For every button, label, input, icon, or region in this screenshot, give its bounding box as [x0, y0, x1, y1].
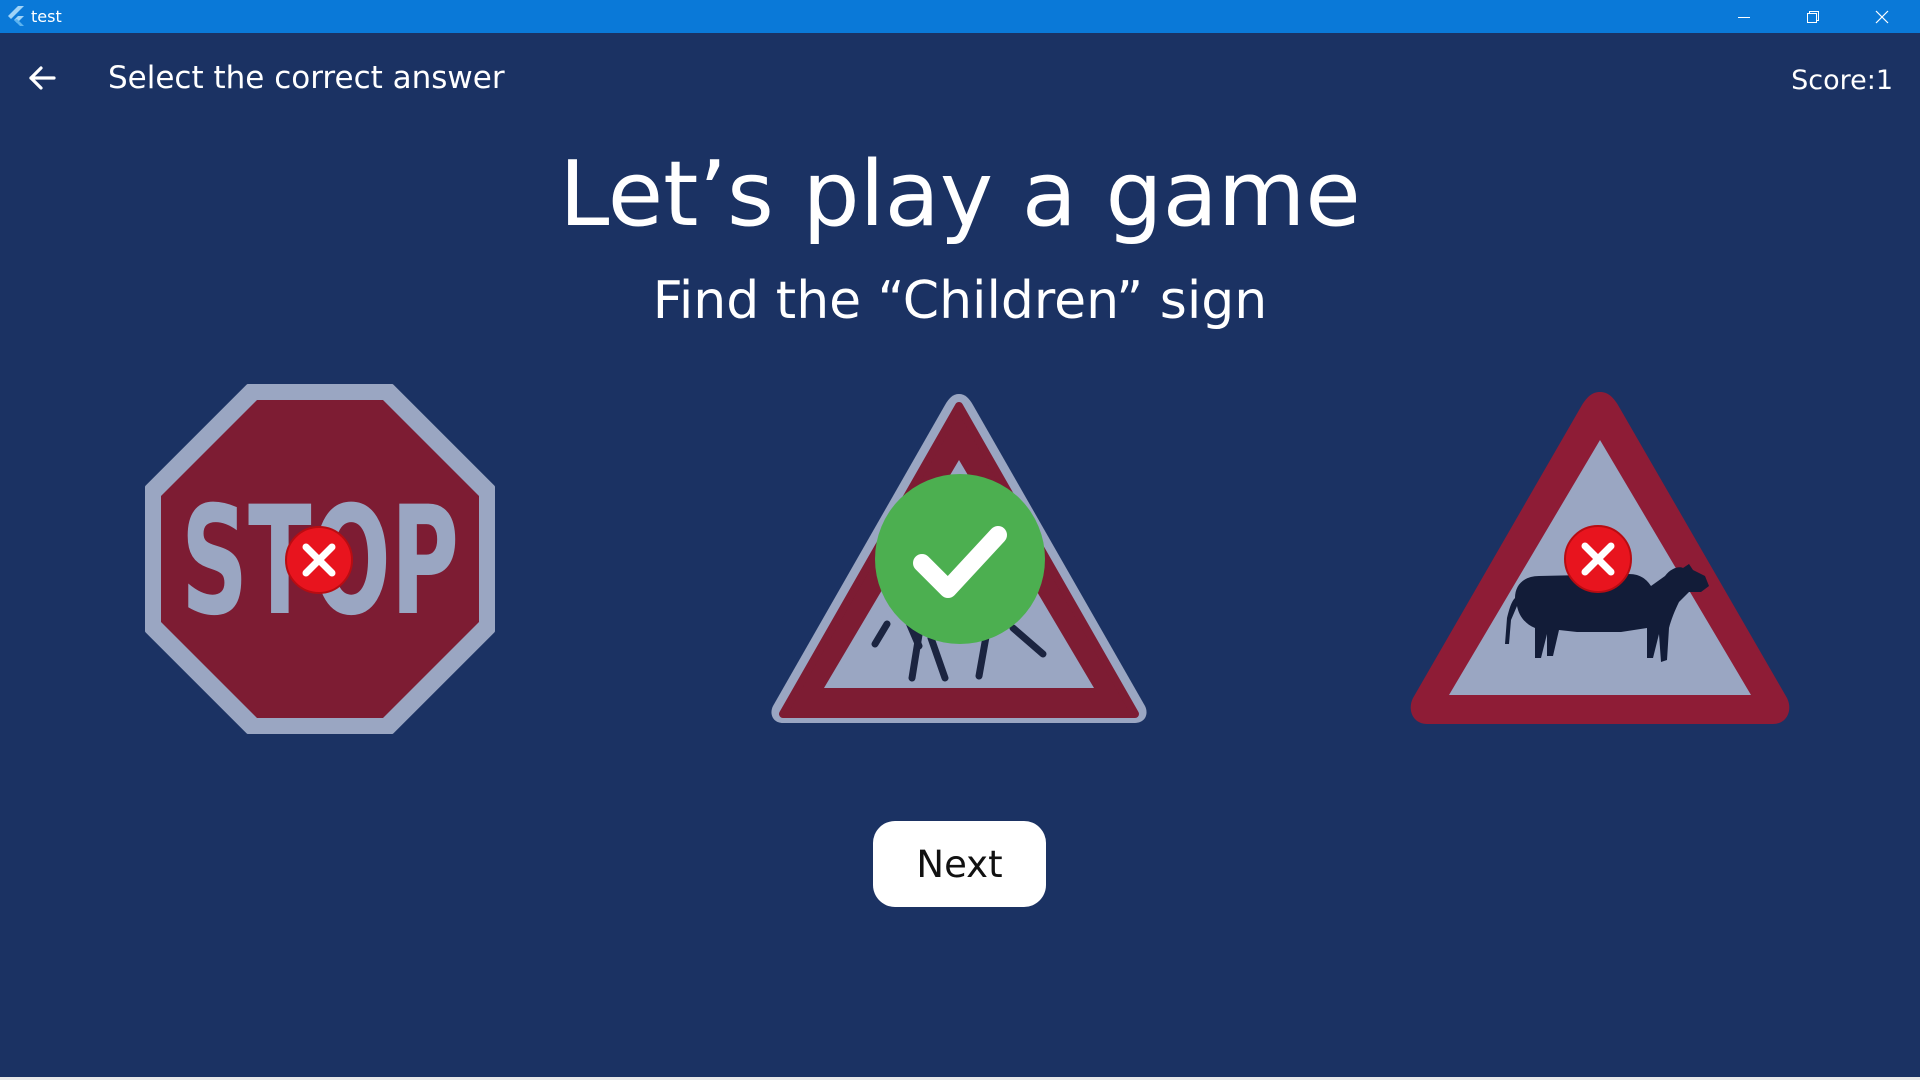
flutter-logo-icon [8, 6, 24, 26]
arrow-left-icon [29, 66, 56, 90]
next-button[interactable]: Next [873, 821, 1046, 907]
correct-answer-mark [874, 473, 1046, 645]
back-button[interactable] [22, 58, 62, 98]
checkmark-icon [875, 474, 1045, 644]
wrong-answer-mark [1563, 524, 1633, 594]
close-button[interactable] [1850, 0, 1914, 33]
restore-icon [1807, 10, 1819, 23]
minimize-button[interactable] [1712, 0, 1776, 33]
window-titlebar: test [0, 0, 1920, 33]
restore-button[interactable] [1781, 0, 1845, 33]
score-label: Score: [1791, 65, 1876, 96]
page-title: Select the correct answer [108, 60, 505, 96]
score-value: 1 [1875, 65, 1893, 96]
close-icon [1875, 10, 1889, 23]
game-prompt: Find the “Children” sign [652, 271, 1268, 331]
cross-icon [1564, 525, 1632, 593]
score-display: Score:1 [1791, 63, 1893, 99]
cross-icon [285, 526, 353, 594]
wrong-answer-mark [284, 525, 354, 595]
window-title: test [31, 7, 62, 26]
minimize-icon [1738, 16, 1750, 18]
game-heading: Let’s play a game [559, 142, 1361, 247]
